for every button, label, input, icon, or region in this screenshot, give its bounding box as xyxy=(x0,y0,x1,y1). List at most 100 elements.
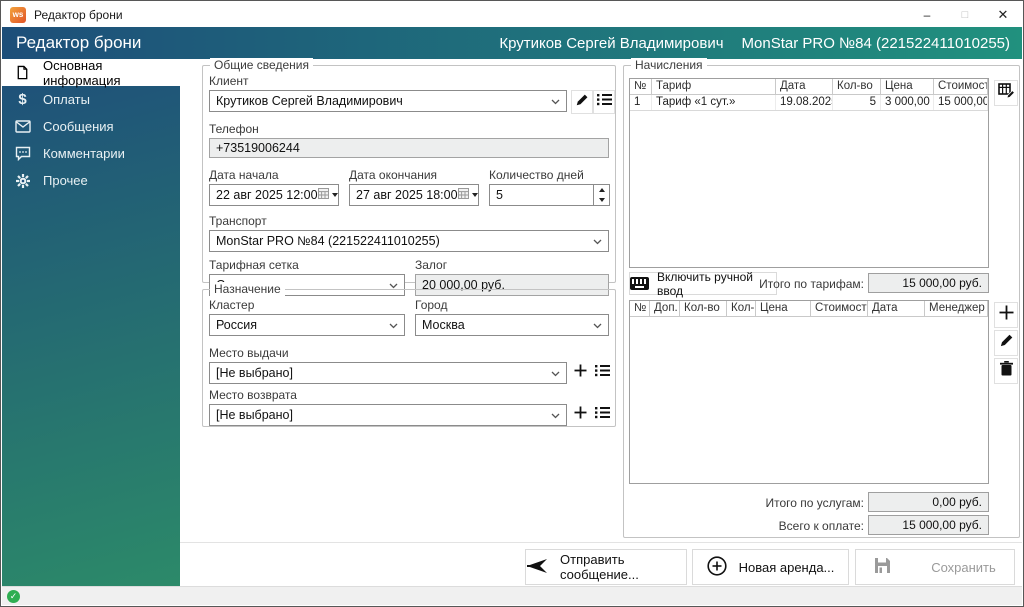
comment-icon xyxy=(14,145,31,162)
add-return-place-button[interactable] xyxy=(571,404,589,426)
chevron-down-icon xyxy=(547,366,560,380)
chevron-down-icon xyxy=(385,318,398,332)
client-combobox[interactable]: Крутиков Сергей Владимирович xyxy=(209,90,567,112)
sidebar-item-other[interactable]: Прочее xyxy=(2,167,180,194)
minimize-button[interactable]: – xyxy=(908,2,946,27)
title-bar: ws Редактор брони – □ ✕ xyxy=(2,2,1022,27)
general-info-group: Общие сведения Клиент Крутиков Сергей Вл… xyxy=(202,58,616,296)
destination-group: Назначение Кластер Город Россия Москва М… xyxy=(202,282,616,427)
dropdown-arrow-icon xyxy=(471,193,478,197)
add-pickup-place-button[interactable] xyxy=(571,362,589,384)
pickup-place-value: [Не выбрано] xyxy=(216,366,293,380)
column-header[interactable]: № xyxy=(630,79,652,94)
sidebar-item-label: Сообщения xyxy=(43,119,114,134)
calendar-icon xyxy=(317,188,329,202)
save-icon xyxy=(874,557,891,577)
column-header[interactable]: Тариф xyxy=(652,79,776,94)
tariff-grid-label: Тарифная сетка xyxy=(209,258,299,272)
column-header[interactable]: Дата xyxy=(776,79,833,94)
cluster-label: Кластер xyxy=(209,298,255,312)
services-total-label: Итого по услугам: xyxy=(765,496,864,510)
pickup-place-list-button[interactable] xyxy=(593,362,611,384)
footer-divider xyxy=(180,542,1022,543)
sidebar-item-payments[interactable]: $ Оплаты xyxy=(2,86,180,113)
editor-header: Редактор брони Крутиков Сергей Владимиро… xyxy=(2,27,1022,59)
header-vehicle: MonStar PRO №84 (221522411010255) xyxy=(741,34,1010,52)
pencil-icon xyxy=(575,93,589,112)
edit-service-button[interactable] xyxy=(994,330,1018,356)
list-icon xyxy=(596,93,612,111)
sidebar-item-messages[interactable]: Сообщения xyxy=(2,113,180,140)
stepper-up-button[interactable] xyxy=(594,185,609,195)
edit-client-button[interactable] xyxy=(571,90,593,114)
column-header[interactable]: Менеджер xyxy=(925,301,988,316)
trash-icon xyxy=(999,361,1013,381)
new-rental-button[interactable]: Новая аренда... xyxy=(692,549,849,585)
tariff-table-header: № Тариф Дата Кол-во Цена Стоимость xyxy=(630,79,988,95)
return-place-list-button[interactable] xyxy=(593,404,611,426)
column-header[interactable]: Кол-во xyxy=(680,301,727,316)
sidebar-item-label: Комментарии xyxy=(43,146,125,161)
days-count-value: 5 xyxy=(496,188,503,202)
services-total-field: 0,00 руб. xyxy=(868,492,989,512)
client-value: Крутиков Сергей Владимирович xyxy=(216,94,403,108)
sidebar-item-label: Оплаты xyxy=(43,92,90,107)
group-title: Начисления xyxy=(631,58,707,72)
city-combobox[interactable]: Москва xyxy=(415,314,609,336)
sidebar-item-main-info[interactable]: Основная информация xyxy=(2,58,180,88)
sidebar-item-comments[interactable]: Комментарии xyxy=(2,140,180,167)
column-header[interactable]: Цена xyxy=(756,301,811,316)
save-button-label: Сохранить xyxy=(931,559,996,575)
return-place-value: [Не выбрано] xyxy=(216,408,293,422)
plus-icon xyxy=(999,305,1014,325)
app-icon: ws xyxy=(10,6,26,23)
end-date-picker[interactable]: 27 авг 2025 18:00 xyxy=(349,184,479,206)
column-header[interactable]: Доп. xyxy=(650,301,680,316)
add-service-button[interactable] xyxy=(994,302,1018,328)
pickup-place-combobox[interactable]: [Не выбрано] xyxy=(209,362,567,384)
table-row[interactable]: 1 Тариф «1 сут.» 19.08.2025 5 3 000,00 1… xyxy=(630,95,988,111)
column-header[interactable]: Кол-во xyxy=(833,79,881,94)
return-place-combobox[interactable]: [Не выбрано] xyxy=(209,404,567,426)
envelope-icon xyxy=(14,118,31,135)
services-table[interactable]: № Доп. Кол-во Кол- Цена Стоимость Дата М… xyxy=(629,300,989,484)
column-header[interactable]: Кол- xyxy=(727,301,756,316)
cell-number: 1 xyxy=(630,95,652,110)
gear-icon xyxy=(14,172,31,189)
start-date-label: Дата начала xyxy=(209,168,279,182)
phone-label: Телефон xyxy=(209,122,259,136)
list-icon xyxy=(594,406,610,424)
transport-combobox[interactable]: MonStar PRO №84 (221522411010255) xyxy=(209,230,609,252)
edit-tariff-table-button[interactable] xyxy=(994,80,1018,106)
column-header[interactable]: № xyxy=(630,301,650,316)
column-header[interactable]: Цена xyxy=(881,79,934,94)
list-icon xyxy=(594,364,610,382)
maximize-button[interactable]: □ xyxy=(946,2,984,27)
send-message-button[interactable]: Отправить сообщение... xyxy=(525,549,687,585)
cluster-value: Россия xyxy=(216,318,257,332)
end-date-value: 27 авг 2025 18:00 xyxy=(356,188,458,202)
client-list-button[interactable] xyxy=(593,90,615,114)
chevron-down-icon xyxy=(547,408,560,422)
start-date-picker[interactable]: 22 авг 2025 12:00 xyxy=(209,184,339,206)
column-header[interactable]: Дата xyxy=(868,301,925,316)
table-edit-icon xyxy=(997,82,1015,104)
column-header[interactable]: Стоимость xyxy=(811,301,868,316)
cluster-combobox[interactable]: Россия xyxy=(209,314,405,336)
main-content: Общие сведения Клиент Крутиков Сергей Вл… xyxy=(180,58,1022,587)
header-client-name: Крутиков Сергей Владимирович xyxy=(499,34,724,52)
deposit-label: Залог xyxy=(415,258,448,272)
column-header[interactable]: Стоимость xyxy=(934,79,988,94)
circle-plus-icon xyxy=(707,555,727,579)
close-button[interactable]: ✕ xyxy=(984,2,1022,27)
stepper-down-button[interactable] xyxy=(594,195,609,205)
city-value: Москва xyxy=(422,318,465,332)
save-button[interactable]: Сохранить xyxy=(855,549,1015,585)
tariff-table[interactable]: № Тариф Дата Кол-во Цена Стоимость 1 Тар… xyxy=(629,78,989,268)
days-count-stepper[interactable]: 5 xyxy=(489,184,610,206)
window-title: Редактор брони xyxy=(34,7,123,22)
delete-service-button[interactable] xyxy=(994,358,1018,384)
dollar-icon: $ xyxy=(18,91,27,108)
new-rental-label: Новая аренда... xyxy=(738,559,835,575)
chevron-down-icon xyxy=(589,234,602,248)
